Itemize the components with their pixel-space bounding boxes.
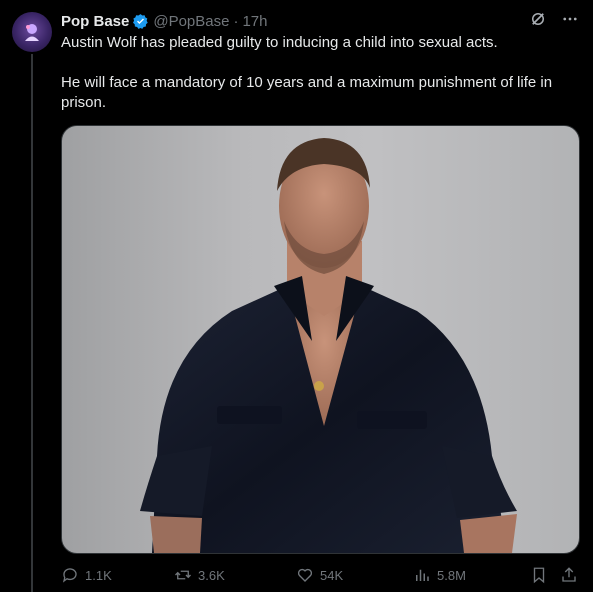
tweet-photo[interactable] [61, 125, 580, 554]
author-handle[interactable]: @PopBase [153, 13, 229, 30]
action-bar: 1.1K 3.6K 54K 5.8M [61, 566, 581, 586]
share-button[interactable] [560, 566, 578, 584]
bookmark-button[interactable] [530, 566, 548, 584]
share-icon [562, 567, 576, 582]
like-button[interactable]: 54K [296, 566, 343, 584]
pop-base-logo-icon [25, 24, 39, 41]
more-icon[interactable] [561, 10, 579, 33]
separator-dot: · [233, 12, 239, 30]
heart-icon [297, 568, 313, 582]
thread-line [31, 54, 33, 592]
bookmark-icon [533, 567, 545, 584]
reply-button[interactable]: 1.1K [61, 566, 112, 584]
reply-icon [62, 568, 77, 583]
views-bar-chart-icon [416, 569, 429, 581]
tweet-paragraph: He will face a mandatory of 10 years and… [61, 74, 553, 111]
man-portrait-image [140, 138, 517, 553]
verified-badge-icon [132, 13, 149, 30]
reply-count: 1.1K [85, 567, 112, 583]
tweet-paragraph: Austin Wolf has pleaded guilty to induci… [61, 34, 498, 51]
views-button[interactable]: 5.8M [413, 566, 466, 584]
avatar[interactable] [12, 12, 52, 52]
tweet-header: Pop Base @PopBase · 17h [61, 11, 579, 31]
retweet-icon [175, 570, 191, 580]
like-count: 54K [320, 567, 344, 583]
retweet-count: 3.6K [198, 567, 225, 583]
tweet-time[interactable]: 17h [242, 13, 267, 30]
tweet-text: Austin Wolf has pleaded guilty to induci… [61, 33, 581, 113]
retweet-button[interactable]: 3.6K [174, 566, 225, 584]
author-name[interactable]: Pop Base [61, 13, 129, 30]
view-count: 5.8M [437, 567, 466, 583]
grok-icon[interactable] [529, 10, 547, 33]
